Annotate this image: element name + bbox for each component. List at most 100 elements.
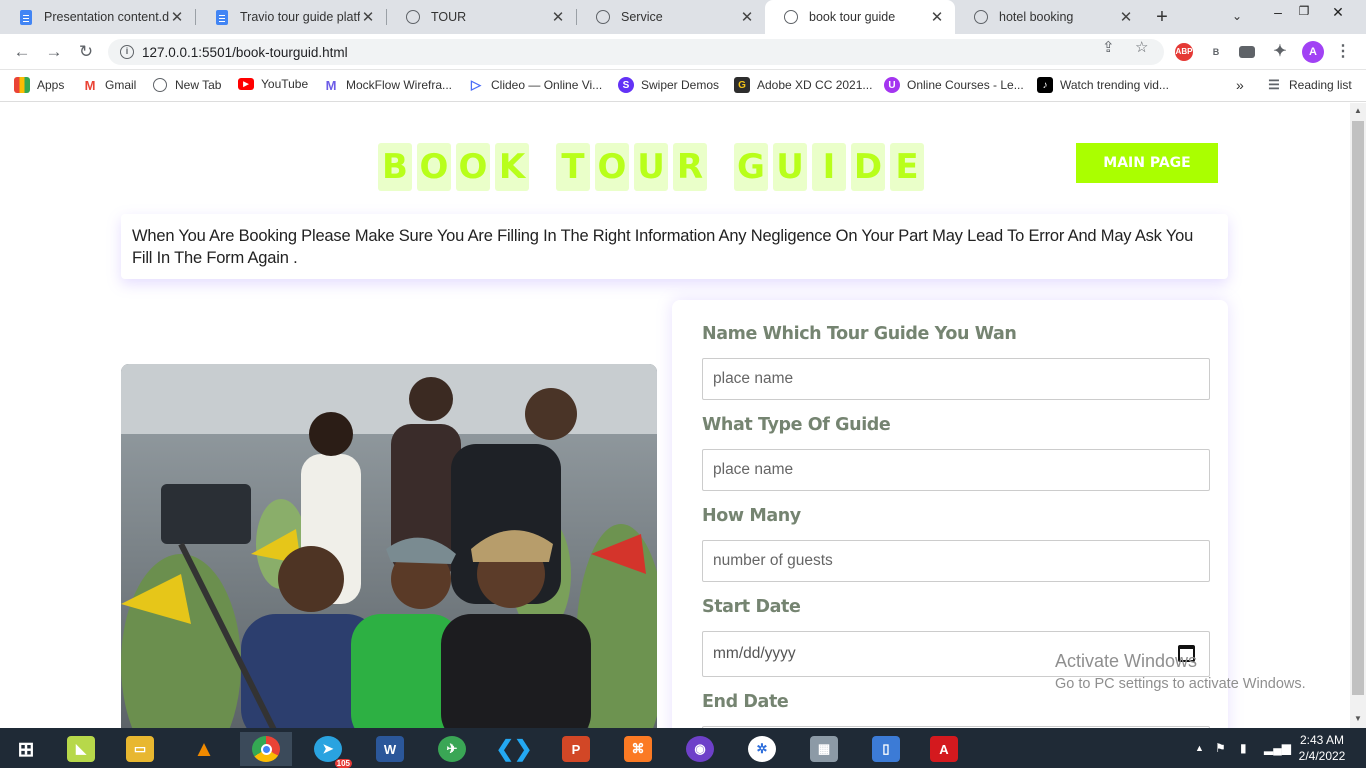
- scroll-up-icon[interactable]: ▲: [1354, 106, 1362, 115]
- signal-icon[interactable]: ▂▄▆: [1264, 741, 1291, 755]
- bookmark-online-courses[interactable]: U Online Courses - Le...: [884, 77, 1024, 93]
- taskbar-word[interactable]: W: [364, 732, 416, 766]
- taskbar-app-blue[interactable]: ✲: [736, 732, 788, 766]
- taskbar-calculator[interactable]: ▦: [798, 732, 850, 766]
- title-letter: O: [417, 143, 451, 191]
- bookmark-star-icon[interactable]: ☆: [1135, 38, 1148, 56]
- bookmark-tiktok[interactable]: ♪ Watch trending vid...: [1037, 77, 1169, 93]
- bookmark-clideo[interactable]: ▷ Clideo — Online Vi...: [468, 77, 602, 93]
- tab-tour[interactable]: TOUR ✕: [387, 0, 576, 34]
- taskbar-file-explorer[interactable]: ▭: [114, 732, 166, 766]
- forward-arrow-icon[interactable]: →: [44, 42, 64, 62]
- battery-icon[interactable]: ▮: [1240, 741, 1247, 755]
- bookmark-gmail[interactable]: M Gmail: [82, 77, 136, 93]
- notebook-icon: ▯: [872, 736, 900, 762]
- tab-label: Presentation content.do: [44, 10, 169, 24]
- tab-service[interactable]: Service ✕: [577, 0, 765, 34]
- guide-type-input[interactable]: [702, 449, 1210, 491]
- vlc-cone-icon: ▲: [193, 736, 215, 761]
- taskbar-photos[interactable]: ◣: [55, 732, 107, 766]
- share-icon[interactable]: ⇪: [1102, 38, 1115, 56]
- word-icon: W: [376, 736, 404, 762]
- bookmark-label: Online Courses - Le...: [907, 78, 1024, 92]
- booking-form: Name Which Tour Guide You Wan What Type …: [672, 300, 1228, 728]
- taskbar-powerpoint[interactable]: P: [550, 732, 602, 766]
- taskbar-notebook[interactable]: ▯: [860, 732, 912, 766]
- close-icon[interactable]: ✕: [360, 9, 376, 26]
- taskbar-xampp[interactable]: ⌘: [612, 732, 664, 766]
- tiktok-icon: ♪: [1037, 77, 1053, 93]
- close-icon[interactable]: ✕: [929, 9, 945, 26]
- close-icon[interactable]: ✕: [739, 9, 755, 26]
- taskbar-github[interactable]: ◉: [674, 732, 726, 766]
- bookmarks-overflow-chevron[interactable]: »: [1236, 77, 1244, 93]
- taskbar-chrome[interactable]: [240, 732, 292, 766]
- back-arrow-icon[interactable]: ←: [12, 42, 32, 62]
- info-icon[interactable]: i: [120, 45, 134, 59]
- extensions-puzzle-icon[interactable]: ✦: [1271, 43, 1289, 61]
- address-bar[interactable]: i 127.0.0.1:5501/book-tourguid.html: [108, 39, 1164, 65]
- scroll-down-icon[interactable]: ▼: [1354, 714, 1362, 723]
- toolbar: ← → ↻ i 127.0.0.1:5501/book-tourguid.htm…: [0, 34, 1366, 70]
- bookmark-swiper[interactable]: S Swiper Demos: [618, 77, 719, 93]
- close-icon[interactable]: ✕: [550, 9, 566, 26]
- tab-presentation[interactable]: Presentation content.do ✕: [0, 0, 195, 34]
- bookmark-new-tab[interactable]: New Tab: [152, 77, 221, 93]
- flag-icon[interactable]: ⚑: [1215, 741, 1226, 755]
- photos-icon: ◣: [67, 736, 95, 762]
- title-letter: B: [378, 143, 412, 191]
- tab-hotel-booking[interactable]: hotel booking ✕: [955, 0, 1144, 34]
- close-window-button[interactable]: ✕: [1328, 4, 1348, 21]
- bookmark-mockflow[interactable]: M MockFlow Wirefra...: [323, 77, 452, 93]
- restore-button[interactable]: ❐: [1294, 4, 1314, 18]
- bookmark-label: Apps: [37, 78, 65, 92]
- bookmark-label: Swiper Demos: [641, 78, 720, 92]
- taskbar-vlc[interactable]: ▲: [178, 732, 230, 766]
- bookmark-label: Adobe XD CC 2021...: [757, 78, 873, 92]
- scrollbar-thumb[interactable]: [1352, 121, 1364, 695]
- guide-name-input[interactable]: [702, 358, 1210, 400]
- new-tab-button[interactable]: +: [1152, 7, 1172, 27]
- adblock-extension-icon[interactable]: ABP: [1175, 43, 1193, 61]
- guest-count-input[interactable]: [702, 540, 1210, 582]
- docs-icon: [214, 9, 230, 25]
- profile-avatar[interactable]: A: [1302, 41, 1324, 63]
- docs-icon: [18, 9, 34, 25]
- taskbar-telegram[interactable]: ➤ 105: [302, 732, 354, 768]
- main-page-button[interactable]: MAIN PAGE: [1076, 143, 1218, 183]
- taskbar-acrobat[interactable]: A: [918, 732, 970, 766]
- close-icon[interactable]: ✕: [169, 9, 185, 26]
- screen-capture-extension-icon[interactable]: [1239, 46, 1255, 58]
- bookmark-youtube[interactable]: ▶ YouTube: [238, 77, 308, 91]
- clideo-play-icon: ▷: [468, 77, 484, 93]
- extension-b-icon[interactable]: B: [1207, 43, 1225, 61]
- reload-icon[interactable]: ↻: [76, 42, 96, 62]
- date-placeholder: mm/dd/yyyy: [713, 645, 796, 662]
- taskbar-send[interactable]: ✈: [426, 732, 478, 766]
- vertical-scrollbar[interactable]: ▲ ▼: [1350, 103, 1366, 728]
- tab-book-tour-guide[interactable]: book tour guide ✕: [765, 0, 955, 34]
- tab-search-chevron-icon[interactable]: ⌄: [1232, 9, 1242, 23]
- start-date-input[interactable]: mm/dd/yyyy: [702, 631, 1210, 677]
- globe-icon: [595, 9, 611, 25]
- clock-time: 2:43 AM: [1299, 733, 1345, 747]
- title-letter: U: [773, 143, 807, 191]
- tab-travio[interactable]: Travio tour guide platfo ✕: [196, 0, 386, 34]
- title-word-gap: [712, 143, 729, 191]
- minimize-button[interactable]: –: [1268, 4, 1288, 20]
- system-clock[interactable]: 2:43 AM 2/4/2022: [1290, 732, 1354, 764]
- start-button[interactable]: ⊞: [0, 732, 52, 766]
- bookmark-adobe-xd[interactable]: G Adobe XD CC 2021...: [734, 77, 872, 93]
- chrome-icon: [252, 736, 280, 762]
- taskbar-vscode[interactable]: ❮❯: [488, 732, 540, 766]
- start-date-label: Start Date: [702, 597, 801, 617]
- reading-list-button[interactable]: ☰ Reading list: [1266, 77, 1352, 93]
- youtube-icon: ▶: [238, 78, 254, 90]
- close-icon[interactable]: ✕: [1118, 9, 1134, 26]
- windows-logo-icon: ⊞: [17, 738, 35, 761]
- taskbar: ⊞ ◣ ▭ ▲ ➤ 105 W ✈ ❮❯ P ⌘ ◉ ✲ ▦ ▯ A ▲ ⚑ ▮…: [0, 728, 1366, 768]
- bookmark-apps[interactable]: Apps: [14, 77, 64, 93]
- menu-kebab-icon[interactable]: ⋮: [1334, 43, 1352, 61]
- tray-overflow-chevron-icon[interactable]: ▲: [1195, 743, 1204, 753]
- calendar-icon[interactable]: [1178, 645, 1195, 662]
